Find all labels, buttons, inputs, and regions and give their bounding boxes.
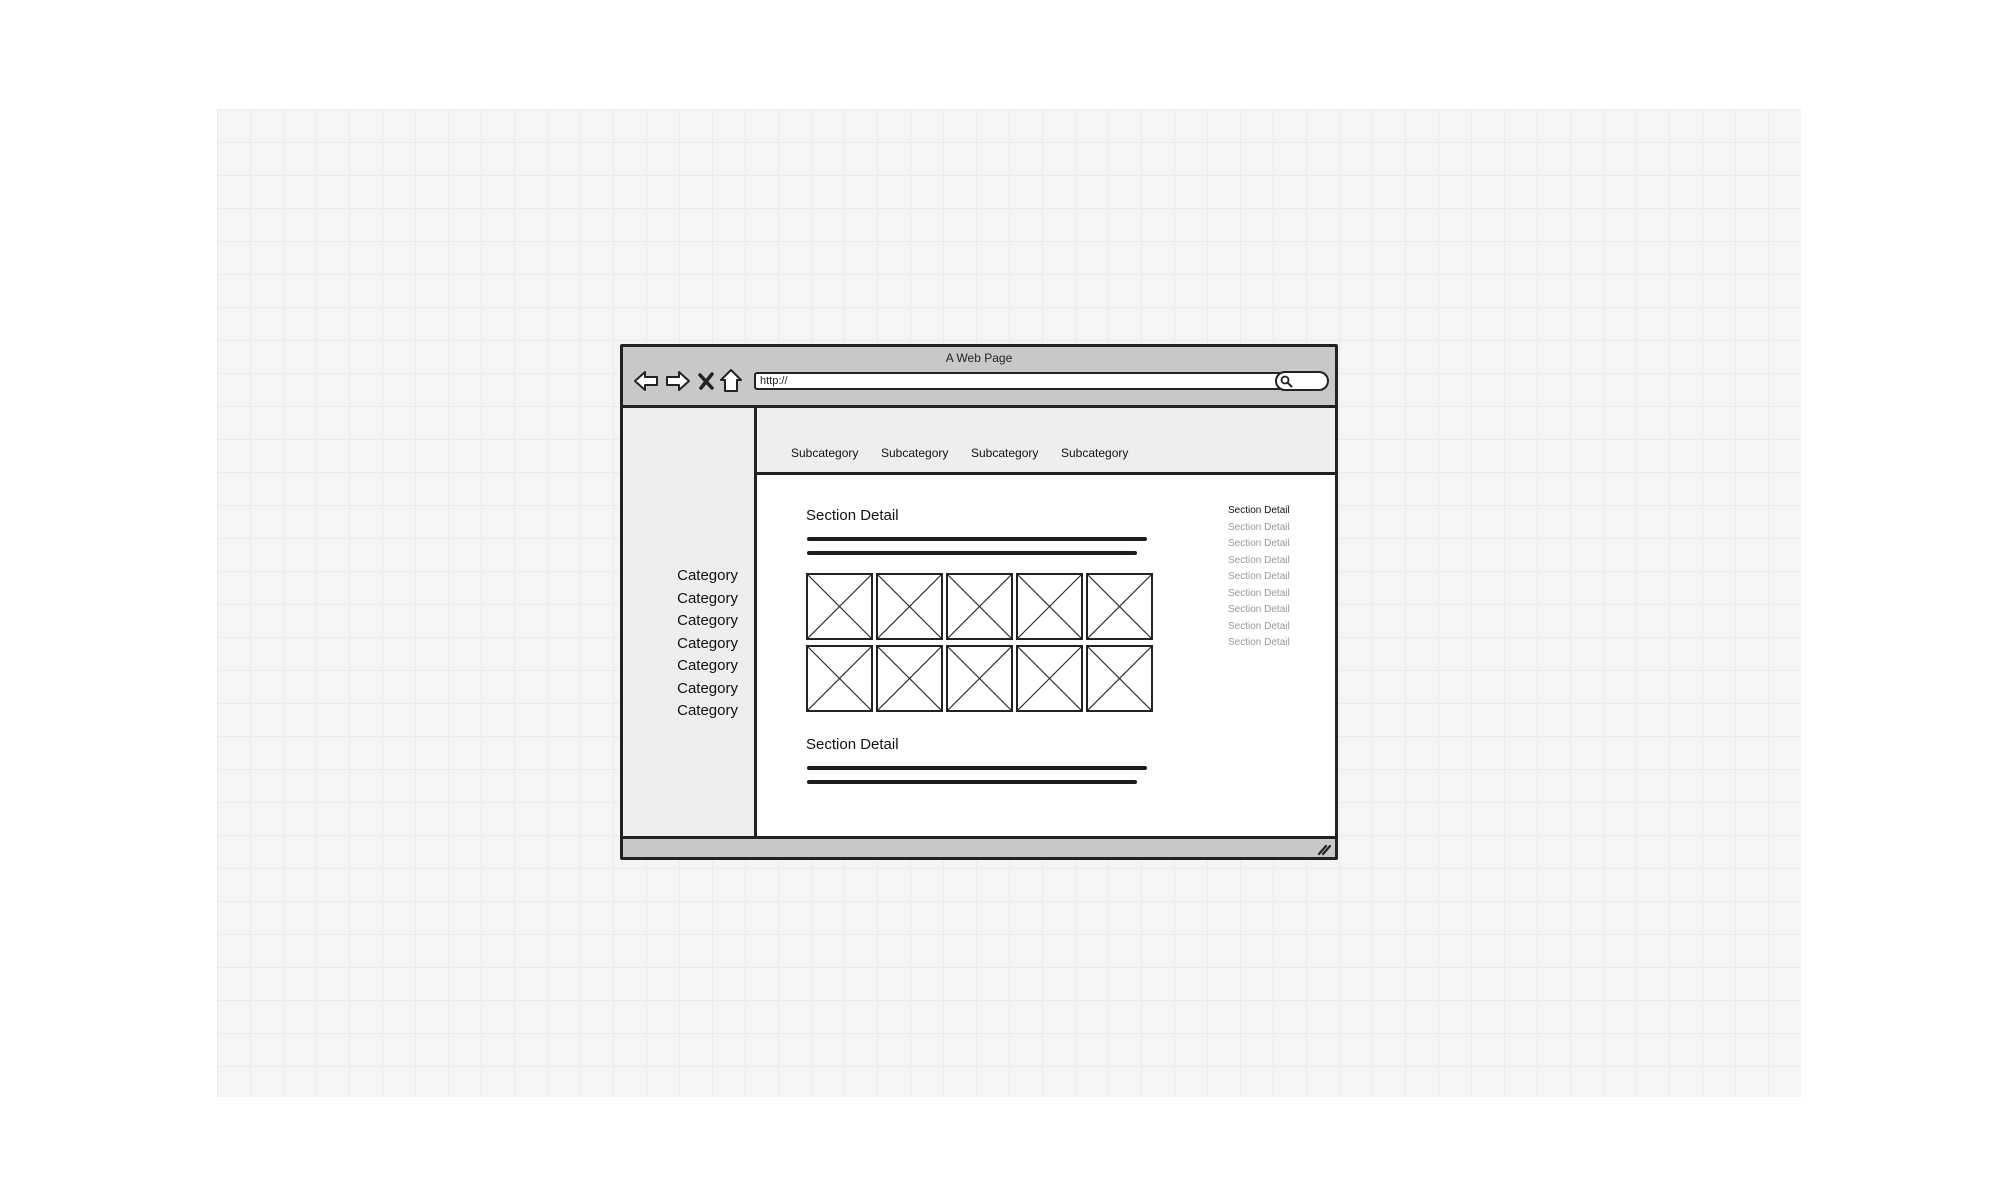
category-link[interactable]: Category [677, 678, 738, 701]
toc-link-active[interactable]: Section Detail [1228, 503, 1290, 520]
browser-titlebar: A Web Page http:// [623, 347, 1335, 408]
category-list: Category Category Category Category Cate… [677, 565, 738, 723]
status-bar [623, 836, 1335, 857]
image-placeholder[interactable] [806, 573, 873, 640]
image-placeholder[interactable] [1016, 645, 1083, 712]
close-x-icon[interactable] [696, 367, 716, 395]
home-icon[interactable] [719, 367, 743, 395]
toc-link[interactable]: Section Detail [1228, 586, 1290, 603]
toc-link[interactable]: Section Detail [1228, 619, 1290, 636]
search-icon [1280, 375, 1293, 388]
toc-link[interactable]: Section Detail [1228, 635, 1290, 652]
subcategory-nav: Subcategory Subcategory Subcategory Subc… [757, 408, 1335, 475]
image-placeholder[interactable] [946, 645, 1013, 712]
image-placeholder[interactable] [946, 573, 1013, 640]
main-content: Section Detail Section Detail Section De… [757, 475, 1335, 836]
category-link[interactable]: Category [677, 588, 738, 611]
image-placeholder[interactable] [876, 573, 943, 640]
toc-link[interactable]: Section Detail [1228, 602, 1290, 619]
text-placeholder [807, 551, 1137, 555]
image-placeholder[interactable] [1016, 573, 1083, 640]
category-link[interactable]: Category [677, 565, 738, 588]
toc-link[interactable]: Section Detail [1228, 569, 1290, 586]
subcategory-link[interactable]: Subcategory [971, 446, 1038, 460]
toc-link[interactable]: Section Detail [1228, 536, 1290, 553]
text-placeholder [807, 766, 1147, 770]
category-sidebar: Category Category Category Category Cate… [623, 408, 757, 836]
window-title: A Web Page [945, 351, 1013, 365]
resize-grip-icon[interactable] [1316, 842, 1332, 856]
category-link[interactable]: Category [677, 700, 738, 723]
section-title: Section Detail [806, 507, 899, 524]
back-arrow-icon[interactable] [632, 367, 660, 395]
section-toc: Section Detail Section Detail Section De… [1228, 503, 1290, 652]
image-placeholder[interactable] [1086, 645, 1153, 712]
image-placeholder[interactable] [806, 645, 873, 712]
subcategory-link[interactable]: Subcategory [881, 446, 948, 460]
text-placeholder [807, 537, 1147, 541]
browser-window: A Web Page http:// Category Category Cat… [620, 344, 1338, 860]
toc-link[interactable]: Section Detail [1228, 553, 1290, 570]
image-placeholder[interactable] [876, 645, 943, 712]
subcategory-link[interactable]: Subcategory [1061, 446, 1128, 460]
category-link[interactable]: Category [677, 633, 738, 656]
url-input[interactable]: http:// [754, 372, 1282, 390]
search-input[interactable] [1275, 371, 1329, 391]
image-placeholder[interactable] [1086, 573, 1153, 640]
forward-arrow-icon[interactable] [664, 367, 692, 395]
category-link[interactable]: Category [677, 655, 738, 678]
text-placeholder [807, 780, 1137, 784]
toc-link[interactable]: Section Detail [1228, 520, 1290, 537]
subcategory-link[interactable]: Subcategory [791, 446, 858, 460]
category-link[interactable]: Category [677, 610, 738, 633]
section-title: Section Detail [806, 736, 899, 753]
